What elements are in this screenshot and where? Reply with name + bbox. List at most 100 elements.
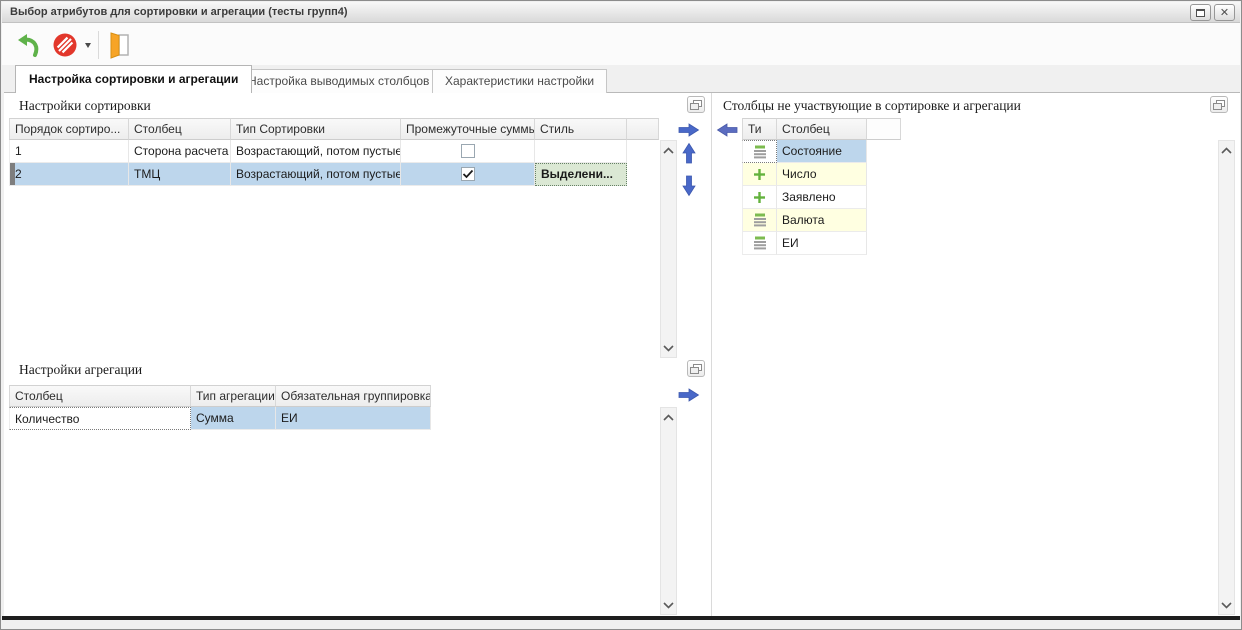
- close-icon: ✕: [1220, 7, 1229, 18]
- available-row-ei[interactable]: ЕИ: [742, 232, 867, 255]
- cancel-settings-button[interactable]: [50, 30, 80, 60]
- available-grid-header: Ти Столбец: [742, 118, 901, 140]
- cascade-window-icon: [690, 100, 702, 110]
- aggregation-move-right-button[interactable]: [678, 384, 700, 406]
- aggregation-panel-window-button[interactable]: [687, 360, 705, 377]
- window-buttons: ✕: [1190, 4, 1235, 21]
- tab-settings-characteristics[interactable]: Характеристики настройки: [432, 69, 607, 93]
- header-mandatory-grouping[interactable]: Обязательная группировка: [276, 385, 431, 407]
- type-cell[interactable]: [742, 186, 777, 209]
- available-panel-caption: Столбцы не участвующие в сортировке и аг…: [723, 98, 1021, 114]
- scroll-down-icon[interactable]: [662, 597, 675, 612]
- column-cell[interactable]: ЕИ: [777, 232, 867, 255]
- cell-order[interactable]: 2: [9, 163, 129, 186]
- cascade-window-icon: [690, 364, 702, 374]
- header-column[interactable]: Столбец: [777, 118, 867, 140]
- header-column[interactable]: Столбец: [129, 118, 231, 140]
- available-row-sostoyanie[interactable]: Состояние: [742, 140, 867, 163]
- tab-output-columns[interactable]: Настройка выводимых столбцов: [235, 69, 442, 93]
- panel-splitter[interactable]: [711, 93, 712, 619]
- sort-row-1[interactable]: 1 Сторона расчета Возрастающий, потом пу…: [9, 140, 627, 163]
- sort-row-2-selected[interactable]: 2 ТМЦ Возрастающий, потом пустые Выделен…: [9, 163, 627, 186]
- cell-column[interactable]: ТМЦ: [129, 163, 231, 186]
- cell-grouping[interactable]: ЕИ: [276, 407, 431, 430]
- cell-style-highlight[interactable]: Выделени...: [535, 163, 627, 186]
- toolbar: [2, 23, 1240, 65]
- available-row-chislo[interactable]: Число: [742, 163, 867, 186]
- arrow-up-icon: [682, 142, 696, 164]
- scroll-down-icon[interactable]: [662, 340, 675, 355]
- type-cell[interactable]: [742, 163, 777, 186]
- tab-label: Настройка выводимых столбцов: [248, 74, 429, 88]
- content-area: Настройки сортировки Порядок сортиро... …: [4, 92, 1240, 618]
- close-button[interactable]: ✕: [1214, 4, 1235, 21]
- cell-order[interactable]: 1: [9, 140, 129, 163]
- cell-sort-type[interactable]: Возрастающий, потом пустые: [231, 163, 401, 186]
- scroll-up-icon[interactable]: [662, 143, 675, 158]
- aggregation-row-1[interactable]: Количество Сумма ЕИ: [9, 407, 431, 430]
- move-right-button[interactable]: [678, 119, 700, 141]
- list-type-icon: [752, 236, 768, 250]
- cell-column[interactable]: Сторона расчета: [129, 140, 231, 163]
- cell-column[interactable]: Количество: [9, 407, 191, 430]
- cell-subtotals: [401, 140, 535, 163]
- subtotals-checkbox-checked[interactable]: [461, 167, 475, 181]
- maximize-button[interactable]: [1190, 4, 1211, 21]
- sort-grid-scrollbar[interactable]: [660, 140, 677, 358]
- arrow-down-icon: [682, 175, 696, 197]
- window-title: Выбор атрибутов для сортировки и агрегац…: [10, 6, 348, 18]
- column-cell[interactable]: Валюта: [777, 209, 867, 232]
- header-sort-order[interactable]: Порядок сортиро...: [9, 118, 129, 140]
- aggregation-grid-scrollbar[interactable]: [660, 407, 677, 615]
- maximize-icon: [1196, 9, 1205, 17]
- header-agg-type[interactable]: Тип агрегации: [191, 385, 276, 407]
- header-filler: [867, 118, 901, 140]
- cell-subtotals: [401, 163, 535, 186]
- list-type-icon: [752, 145, 768, 159]
- header-column[interactable]: Столбец: [9, 385, 191, 407]
- move-left-button[interactable]: [716, 119, 738, 141]
- scroll-down-icon[interactable]: [1220, 597, 1233, 612]
- header-type[interactable]: Ти: [742, 118, 777, 140]
- tab-sorting-aggregation[interactable]: Настройка сортировки и агрегации: [15, 65, 252, 93]
- available-panel-window-button[interactable]: [1210, 96, 1228, 113]
- cascade-window-icon: [1213, 100, 1225, 110]
- move-up-button[interactable]: [678, 142, 700, 164]
- subtotals-checkbox-unchecked[interactable]: [461, 144, 475, 158]
- arrow-left-icon: [716, 123, 738, 137]
- undo-icon: [14, 32, 40, 58]
- cell-sort-type[interactable]: Возрастающий, потом пустые: [231, 140, 401, 163]
- toolbar-separator: [98, 31, 99, 59]
- title-bar[interactable]: Выбор атрибутов для сортировки и агрегац…: [2, 2, 1240, 23]
- cell-agg-type[interactable]: Сумма: [191, 407, 276, 430]
- available-grid-scrollbar[interactable]: [1218, 140, 1235, 615]
- undo-button[interactable]: [12, 30, 42, 60]
- column-cell[interactable]: Число: [777, 163, 867, 186]
- dialog-window: Выбор атрибутов для сортировки и агрегац…: [0, 0, 1242, 630]
- plus-type-icon: [753, 168, 766, 181]
- move-down-button[interactable]: [678, 175, 700, 197]
- type-cell[interactable]: [742, 209, 777, 232]
- checkmark-icon: [462, 169, 474, 179]
- header-subtotals[interactable]: Промежуточные суммы: [401, 118, 535, 140]
- sort-panel-window-button[interactable]: [687, 96, 705, 113]
- bottom-divider: [2, 616, 1240, 620]
- available-row-zayavleno[interactable]: Заявлено: [742, 186, 867, 209]
- header-style[interactable]: Стиль: [535, 118, 627, 140]
- exit-button[interactable]: [104, 30, 134, 60]
- available-row-valyuta[interactable]: Валюта: [742, 209, 867, 232]
- scroll-up-icon[interactable]: [1220, 143, 1233, 158]
- aggregation-panel-caption: Настройки агрегации: [19, 362, 142, 378]
- header-filler: [627, 118, 659, 140]
- type-cell[interactable]: [742, 232, 777, 255]
- selected-row-indicator: [10, 163, 15, 186]
- type-cell[interactable]: [742, 140, 777, 163]
- cancel-dropdown-caret-icon[interactable]: [85, 43, 91, 48]
- column-cell[interactable]: Состояние: [777, 140, 867, 163]
- sort-grid-header: Порядок сортиро... Столбец Тип Сортировк…: [9, 118, 659, 140]
- cell-style[interactable]: [535, 140, 627, 163]
- header-sort-type[interactable]: Тип Сортировки: [231, 118, 401, 140]
- scroll-up-icon[interactable]: [662, 410, 675, 425]
- column-cell[interactable]: Заявлено: [777, 186, 867, 209]
- tab-bar: Настройка сортировки и агрегации Настрой…: [2, 65, 1240, 93]
